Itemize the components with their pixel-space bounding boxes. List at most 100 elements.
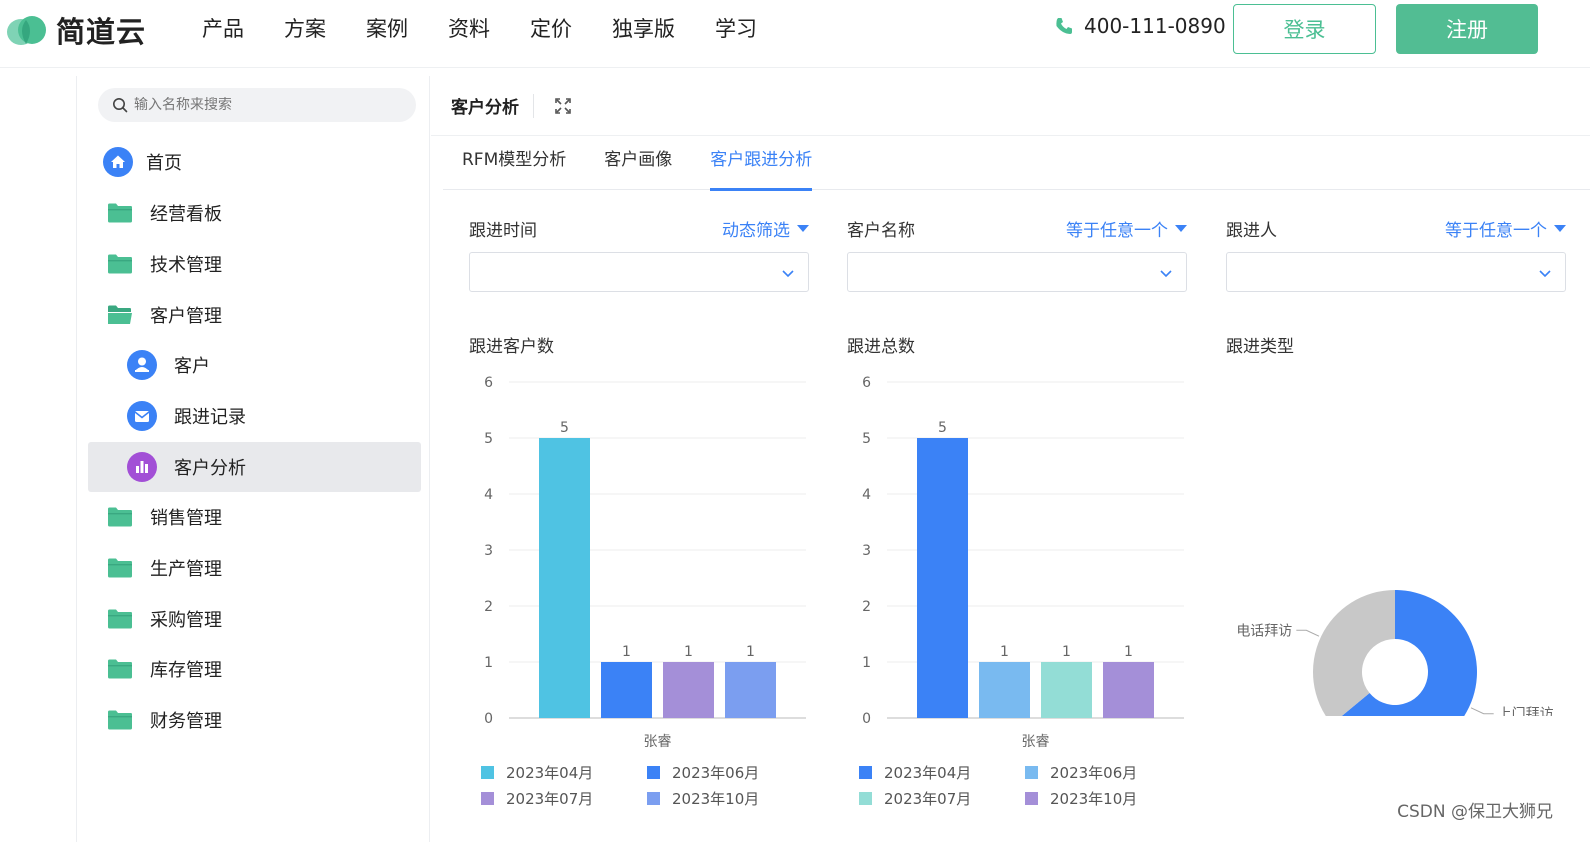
- label-leader-line: [1470, 707, 1494, 715]
- header-divider: [533, 93, 534, 118]
- bar-data-label: 1: [684, 644, 693, 660]
- nav-item-private[interactable]: 独享版: [612, 14, 675, 44]
- sidebar-item-label: 客户管理: [150, 306, 222, 327]
- y-tick-label: 0: [862, 711, 871, 727]
- bar-chart-icon: [126, 452, 158, 482]
- analysis-tabs: RFM模型分析 客户画像 客户跟进分析: [443, 138, 1590, 191]
- sidebar-search[interactable]: [98, 88, 416, 122]
- nav-item-resources[interactable]: 资料: [448, 14, 490, 44]
- legend-label: 2023年04月: [506, 764, 594, 782]
- bar: [663, 662, 714, 718]
- legend-item[interactable]: 2023年04月: [859, 762, 971, 783]
- home-icon: [102, 147, 134, 177]
- legend-swatch: [647, 766, 660, 779]
- legend-item[interactable]: 2023年06月: [647, 762, 759, 783]
- y-tick-label: 1: [484, 655, 493, 671]
- login-button[interactable]: 登录: [1233, 4, 1376, 54]
- filter-mode-dropdown[interactable]: 动态筛选: [722, 216, 809, 241]
- y-tick-label: 3: [862, 543, 871, 559]
- folder-icon: [104, 253, 136, 275]
- tab-customer-profile[interactable]: 客户画像: [585, 138, 691, 190]
- legend-item[interactable]: 2023年06月: [1025, 762, 1137, 783]
- y-tick-label: 5: [862, 431, 871, 447]
- legend-item[interactable]: 2023年07月: [859, 788, 971, 809]
- sidebar-item-sales[interactable]: 销售管理: [88, 492, 421, 542]
- sidebar-item-inventory[interactable]: 库存管理: [88, 644, 421, 694]
- tab-followup-analysis[interactable]: 客户跟进分析: [691, 138, 831, 191]
- sidebar-item-label: 跟进记录: [174, 407, 246, 428]
- donut-slice: [1313, 590, 1395, 716]
- main-header: 客户分析: [431, 76, 1590, 136]
- y-tick-label: 0: [484, 711, 493, 727]
- bar-chart-followup-customers: 0 1 2 3 4 5 6 5 1 1 1 张睿: [484, 375, 806, 750]
- sidebar-item-followup-records[interactable]: 跟进记录: [88, 391, 421, 441]
- filter-mode-label: 动态筛选: [722, 220, 790, 241]
- sidebar: 首页经营看板技术管理客户管理客户跟进记录客户分析销售管理生产管理采购管理库存管理…: [76, 76, 430, 842]
- filter-followup-time: 跟进时间 动态筛选: [469, 212, 809, 292]
- sidebar-item-tech[interactable]: 技术管理: [88, 239, 421, 289]
- legend-item[interactable]: 2023年10月: [1025, 788, 1137, 809]
- legend-swatch: [647, 792, 660, 805]
- bar-data-label: 1: [746, 644, 755, 660]
- sidebar-item-label: 生产管理: [150, 559, 222, 580]
- sidebar-item-label: 销售管理: [150, 508, 222, 529]
- bar: [601, 662, 652, 718]
- y-tick-label: 1: [862, 655, 871, 671]
- nav-item-solution[interactable]: 方案: [284, 14, 326, 44]
- filter-mode-label: 等于任意一个: [1445, 220, 1547, 241]
- legend-item[interactable]: 2023年07月: [481, 788, 593, 809]
- nav-item-cases[interactable]: 案例: [366, 14, 408, 44]
- legend-item[interactable]: 2023年04月: [481, 762, 593, 783]
- watermark: CSDN @保卫大狮兄: [1397, 802, 1553, 822]
- folder-icon: [104, 506, 136, 528]
- sidebar-item-label: 库存管理: [150, 660, 222, 681]
- sidebar-item-customer[interactable]: 客户: [88, 340, 421, 390]
- nav-item-product[interactable]: 产品: [202, 14, 244, 44]
- chart-title-followup-total: 跟进总数: [847, 337, 915, 357]
- sidebar-item-production[interactable]: 生产管理: [88, 543, 421, 593]
- x-category-label: 张睿: [644, 734, 672, 750]
- filter-customer-name: 客户名称 等于任意一个: [847, 212, 1187, 292]
- sidebar-item-customer-mgmt[interactable]: 客户管理: [88, 290, 421, 340]
- nav-item-pricing[interactable]: 定价: [530, 14, 572, 44]
- person-icon: [126, 350, 158, 380]
- register-button[interactable]: 注册: [1396, 4, 1538, 54]
- filter-select[interactable]: [1226, 252, 1566, 292]
- sidebar-item-customer-analysis[interactable]: 客户分析: [88, 442, 421, 492]
- legend-followup-customers: 2023年04月 2023年06月 2023年07月 2023年10月: [481, 762, 811, 822]
- bar-data-label: 5: [560, 420, 569, 436]
- bar: [917, 438, 968, 718]
- sidebar-item-label: 技术管理: [150, 255, 222, 276]
- bar-data-label: 1: [622, 644, 631, 660]
- sidebar-item-finance[interactable]: 财务管理: [88, 695, 421, 745]
- y-tick-label: 3: [484, 543, 493, 559]
- legend-swatch: [859, 792, 872, 805]
- sidebar-item-dashboard[interactable]: 经营看板: [88, 188, 421, 238]
- caret-down-icon: [1554, 224, 1566, 232]
- y-tick-label: 6: [484, 375, 493, 391]
- filter-mode-dropdown[interactable]: 等于任意一个: [1066, 216, 1187, 241]
- sidebar-item-purchase[interactable]: 采购管理: [88, 594, 421, 644]
- sidebar-item-label: 财务管理: [150, 711, 222, 732]
- sidebar-item-label: 采购管理: [150, 610, 222, 631]
- filter-mode-dropdown[interactable]: 等于任意一个: [1445, 216, 1566, 241]
- legend-item[interactable]: 2023年10月: [647, 788, 759, 809]
- filter-select[interactable]: [847, 252, 1187, 292]
- bar: [979, 662, 1030, 718]
- y-tick-label: 5: [484, 431, 493, 447]
- search-input[interactable]: [134, 97, 394, 113]
- filter-label: 客户名称: [847, 220, 915, 241]
- fullscreen-icon[interactable]: [554, 97, 572, 115]
- bar-data-label: 5: [938, 420, 947, 436]
- filter-select[interactable]: [469, 252, 809, 292]
- sidebar-item-home[interactable]: 首页: [88, 137, 421, 187]
- brand-logo[interactable]: 简道云: [4, 10, 146, 50]
- legend-label: 2023年06月: [1050, 764, 1138, 782]
- chevron-down-icon: [782, 270, 794, 278]
- nav-item-learn[interactable]: 学习: [715, 14, 757, 44]
- chart-title-followup-customers: 跟进客户数: [469, 337, 554, 357]
- contact-phone: 400-111-0890: [1054, 14, 1226, 38]
- tab-rfm[interactable]: RFM模型分析: [443, 138, 585, 190]
- search-icon: [113, 98, 128, 113]
- sidebar-item-label: 经营看板: [150, 204, 222, 225]
